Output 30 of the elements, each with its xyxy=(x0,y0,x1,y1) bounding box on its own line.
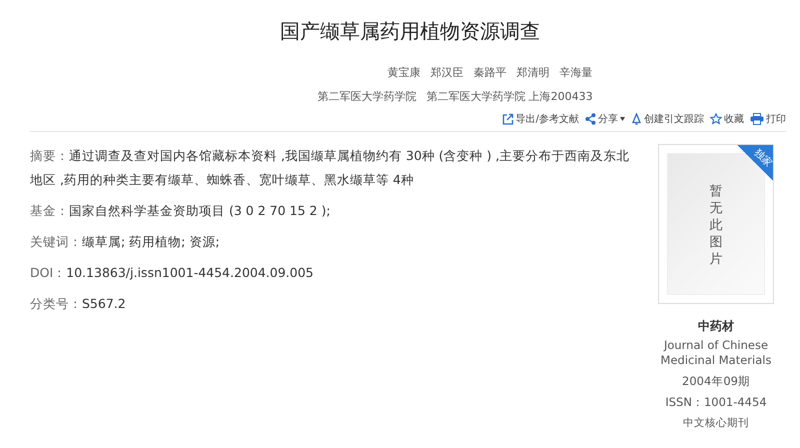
cover-placeholder-text: 暂无此图片 xyxy=(710,184,722,269)
author-link[interactable]: 郑汉臣 xyxy=(430,65,464,80)
affiliation-link[interactable]: 第二军医大学药学院 xyxy=(317,89,416,104)
core-journal-tag: 中文核心期刊 xyxy=(683,416,749,436)
field-text: 摘要：通过调查及查对国内各馆藏标本资料 ,我国缬草属植物约有 30种 (含变种 ) ,主要分布于西南及东北地区 ,药用的种类主要有缬草、蜘蛛香、宽叶缬草、黑水缬草等 4种 xyxy=(30,147,630,189)
print-icon xyxy=(750,113,764,125)
toolbar-button[interactable]: 分享 xyxy=(585,112,625,126)
toolbar-button[interactable]: 导出/参考文献 xyxy=(502,112,579,126)
star-icon xyxy=(710,113,722,125)
journal-name[interactable]: 中药材 xyxy=(698,318,734,335)
toolbar-button[interactable]: 创建引文跟踪 xyxy=(631,112,704,126)
bell-icon xyxy=(631,113,642,125)
issue-text[interactable]: 2004年09期 xyxy=(682,374,750,389)
author-link[interactable]: 辛海量 xyxy=(560,65,592,80)
issn-text: ISSN：1001-4454 xyxy=(665,395,767,410)
toolbar-button[interactable]: 打印 xyxy=(750,112,786,126)
field-text: 基金：国家自然科学基金资助项目 (3 0 2 70 15 2 ); xyxy=(30,202,332,220)
field-text: 分类号：S567.2 xyxy=(30,295,127,313)
caret-icon xyxy=(620,117,625,121)
field-text: 关键词：缬草属; 药用植物; 资源; xyxy=(30,233,221,251)
export-icon xyxy=(502,113,514,125)
author-link[interactable]: 秦路平 xyxy=(474,65,506,80)
share-icon xyxy=(585,113,596,125)
author-link[interactable]: 郑清明 xyxy=(516,65,550,80)
field-text: DOI：10.13863/j.issn1001-4454.2004.09.005 xyxy=(30,264,315,282)
toolbar-button[interactable]: 收藏 xyxy=(710,112,744,126)
author-link[interactable]: 黄宝康 xyxy=(388,65,420,80)
article-title: 国产缬草属药用植物资源调查 xyxy=(279,18,541,45)
journal-english-name: Journal of Chinese Medicinal Materials xyxy=(660,338,772,368)
affiliation-link[interactable]: 第二军医大学药学院 上海200433 xyxy=(426,89,593,104)
